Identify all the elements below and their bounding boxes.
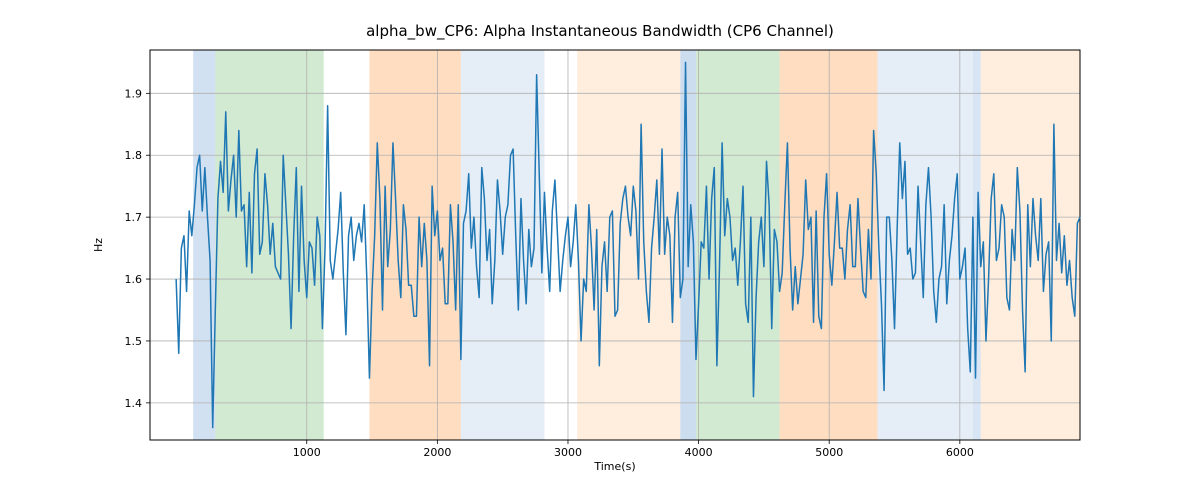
y-axis-label: Hz [92,238,105,252]
x-tick-label: 6000 [946,446,974,459]
x-tick-label: 3000 [554,446,582,459]
axes: 100020003000400050006000 1.41.51.61.71.8… [150,50,1080,440]
chart-title: alpha_bw_CP6: Alpha Instantaneous Bandwi… [0,22,1200,40]
x-tick-label: 4000 [685,446,713,459]
x-axis-label: Time(s) [593,460,635,473]
figure: alpha_bw_CP6: Alpha Instantaneous Bandwi… [0,0,1200,500]
y-tick-label: 1.8 [125,149,143,162]
y-ticks: 1.4 1.5 1.6 1.7 1.8 1.9 [125,87,151,410]
y-tick-label: 1.9 [125,87,143,100]
x-tick-label: 1000 [293,446,321,459]
x-tick-label: 2000 [423,446,451,459]
y-tick-label: 1.7 [125,211,143,224]
y-tick-label: 1.6 [125,273,143,286]
x-ticks: 1000 2000 3000 4000 5000 6000 [293,440,974,459]
y-tick-label: 1.5 [125,335,143,348]
x-tick-label: 5000 [815,446,843,459]
y-tick-label: 1.4 [125,397,143,410]
